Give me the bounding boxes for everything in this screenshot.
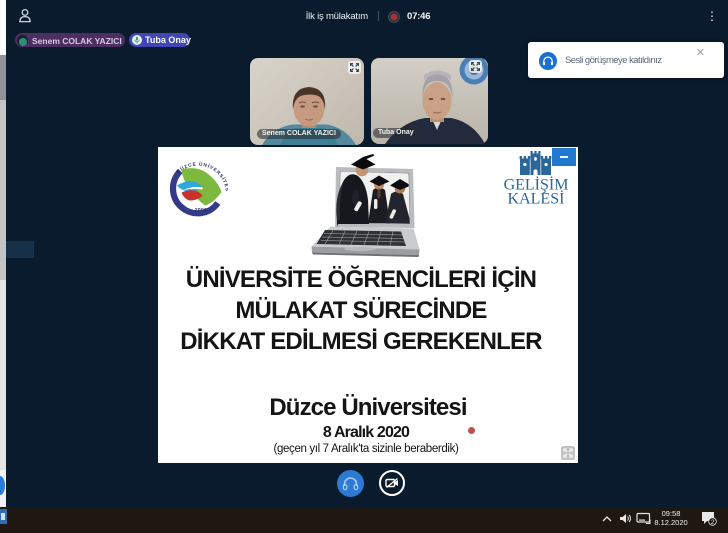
svg-text:KALESİ: KALESİ [508, 190, 565, 205]
svg-text:2006: 2006 [195, 207, 207, 213]
svg-text:2: 2 [711, 519, 715, 526]
